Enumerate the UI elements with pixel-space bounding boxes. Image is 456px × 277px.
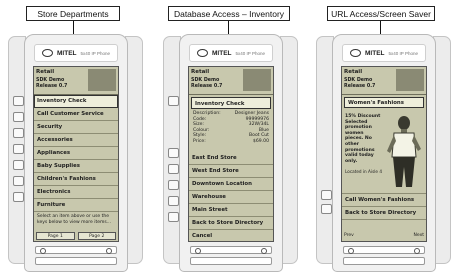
phone2-line-key-6[interactable] xyxy=(168,212,179,222)
phone1-line-key-6[interactable] xyxy=(13,176,24,186)
nav-left-icon[interactable] xyxy=(348,248,354,254)
phone3-line-key-1[interactable] xyxy=(321,190,332,200)
screen-release: Release 0.7 xyxy=(191,84,223,89)
phone1-brand-header: MITEL 5x40 IP Phone xyxy=(34,44,118,62)
store-photo xyxy=(88,69,116,91)
phone1: MITEL 5x40 IP Phone Retail SDK Demo Rele… xyxy=(24,34,128,272)
page-bar: Page 1 Page 2 xyxy=(36,232,116,240)
menu-item-back-to-store-directory[interactable]: Back to Store Directory xyxy=(342,207,426,220)
softkey-row: Prev Next xyxy=(344,232,424,240)
menu-item-furniture[interactable]: Furniture xyxy=(34,199,118,212)
phone3: MITEL 5x40 IP Phone Retail SDK Demo Rele… xyxy=(332,34,436,272)
phone2-nav-bar xyxy=(190,246,272,254)
promo-title: Women's Fashions xyxy=(344,97,424,108)
product-photo xyxy=(243,69,271,91)
phone2-line-key-5[interactable] xyxy=(168,196,179,206)
menu-item-inventory-check[interactable]: Inventory Check xyxy=(34,95,118,108)
detail-label: Price: xyxy=(193,138,206,144)
menu-item-childrens-fashions[interactable]: Children's Fashions xyxy=(34,173,118,186)
screen-subtitle: SDK Demo xyxy=(191,78,220,83)
menu-item-warehouse[interactable]: Warehouse xyxy=(189,191,273,204)
phone2-brand-header: MITEL 5x40 IP Phone xyxy=(189,44,273,62)
brand-logo-text: MITEL xyxy=(57,49,77,57)
inventory-detail: Description: Designer Jeans Code: 99999976… xyxy=(189,109,273,152)
menu-item-west-end-store[interactable]: West End Store xyxy=(189,165,273,178)
nav-right-icon[interactable] xyxy=(414,248,420,254)
phone2-screen: Retail SDK Demo Release 0.7 Inventory Ch… xyxy=(188,66,274,242)
screen-subtitle: SDK Demo xyxy=(36,78,65,83)
screen-title: Retail xyxy=(191,69,210,75)
phone1-line-key-3[interactable] xyxy=(13,128,24,138)
promo-location: Located in Aisle 4 xyxy=(345,169,382,174)
prev-softkey[interactable]: Prev xyxy=(344,232,354,240)
callout-url-access: URL Access/Screen Saver xyxy=(327,6,435,21)
brand-model: 5x40 IP Phone xyxy=(235,50,265,56)
brand-logo-text: MITEL xyxy=(365,49,385,57)
phone2-softkey-bar[interactable] xyxy=(190,257,272,265)
promo-panel: Women's Fashions 15% Discount Selected p… xyxy=(342,97,426,194)
phone2-line-key-1[interactable] xyxy=(168,96,179,106)
menu-item-east-end-store[interactable]: East End Store xyxy=(189,152,273,165)
menu-item-call-customer-service[interactable]: Call Customer Service xyxy=(34,108,118,121)
phone1-line-key-2[interactable] xyxy=(13,112,24,122)
phone3-softkey-bar[interactable] xyxy=(343,257,425,265)
phone3-brand-header: MITEL 5x40 IP Phone xyxy=(342,44,426,62)
phone1-nav-bar xyxy=(35,246,117,254)
phone3-line-key-2[interactable] xyxy=(321,204,332,214)
phone2-line-key-3[interactable] xyxy=(168,164,179,174)
fashion-model-image xyxy=(387,116,421,187)
phone2-line-key-2[interactable] xyxy=(168,148,179,158)
nav-left-icon[interactable] xyxy=(195,248,201,254)
store-photo xyxy=(396,69,424,91)
menu-item-main-street[interactable]: Main Street xyxy=(189,204,273,217)
brand-logo-text: MITEL xyxy=(212,49,232,57)
screen-title: Retail xyxy=(344,69,363,75)
screen-release: Release 0.7 xyxy=(36,84,68,89)
nav-left-icon[interactable] xyxy=(40,248,46,254)
menu-item-electronics[interactable]: Electronics xyxy=(34,186,118,199)
phone3-screen: Retail SDK Demo Release 0.7 Women's Fash… xyxy=(341,66,427,242)
detail-value: $69.00 xyxy=(252,138,269,144)
callout-store-departments: Store Departments xyxy=(26,6,120,21)
mitel-logo-icon xyxy=(350,49,362,57)
menu-item-back-to-store-directory[interactable]: Back to Store Directory xyxy=(189,217,273,230)
menu-item-call-womens-fashions[interactable]: Call Women's Fashions xyxy=(342,194,426,207)
menu-help-note: Select an item above or use the keys bel… xyxy=(37,214,112,225)
phone2-screen-header: Retail SDK Demo Release 0.7 xyxy=(189,67,273,95)
menu-item-appliances[interactable]: Appliances xyxy=(34,147,118,160)
phone3-screen-header: Retail SDK Demo Release 0.7 xyxy=(342,67,426,95)
phone1-line-key-5[interactable] xyxy=(13,160,24,170)
phone1-line-key-7[interactable] xyxy=(13,192,24,202)
page-2-button[interactable]: Page 2 xyxy=(77,232,116,240)
nav-right-icon[interactable] xyxy=(261,248,267,254)
phone1-softkey-bar[interactable] xyxy=(35,257,117,265)
inventory-check-title: Inventory Check xyxy=(191,97,271,109)
phone1-line-key-1[interactable] xyxy=(13,96,24,106)
mitel-logo-icon xyxy=(42,49,54,57)
menu-item-cancel[interactable]: Cancel xyxy=(189,230,273,241)
phone1-line-key-4[interactable] xyxy=(13,144,24,154)
next-softkey[interactable]: Next xyxy=(414,232,424,240)
screen-subtitle: SDK Demo xyxy=(344,78,373,83)
brand-model: 5x40 IP Phone xyxy=(80,50,110,56)
phone3-nav-bar xyxy=(343,246,425,254)
phone1-screen-header: Retail SDK Demo Release 0.7 xyxy=(34,67,118,95)
screen-title: Retail xyxy=(36,69,55,75)
menu-item-security[interactable]: Security xyxy=(34,121,118,134)
page-1-button[interactable]: Page 1 xyxy=(36,232,75,240)
screen-release: Release 0.7 xyxy=(344,84,376,89)
callout-database-access: Database Access – Inventory xyxy=(168,6,290,21)
menu-item-accessories[interactable]: Accessories xyxy=(34,134,118,147)
phone2-line-key-4[interactable] xyxy=(168,180,179,190)
phone2: MITEL 5x40 IP Phone Retail SDK Demo Rele… xyxy=(179,34,283,272)
nav-right-icon[interactable] xyxy=(106,248,112,254)
menu-item-downtown-location[interactable]: Downtown Location xyxy=(189,178,273,191)
menu-item-baby-supplies[interactable]: Baby Supplies xyxy=(34,160,118,173)
mitel-logo-icon xyxy=(197,49,209,57)
phone1-screen: Retail SDK Demo Release 0.7 Inventory Ch… xyxy=(33,66,119,242)
promo-text: 15% Discount Selected promotion women pi… xyxy=(345,114,381,164)
brand-model: 5x40 IP Phone xyxy=(388,50,418,56)
